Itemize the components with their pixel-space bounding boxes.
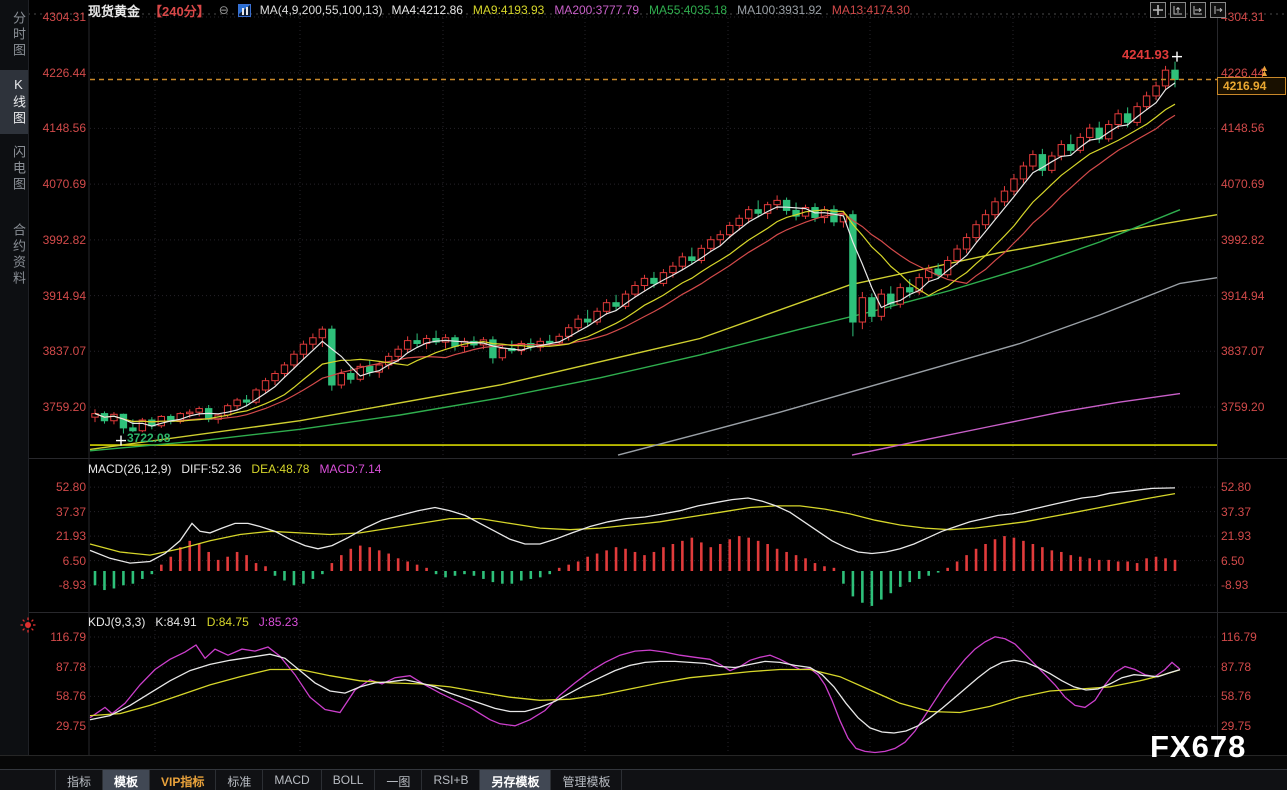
legend-item: MA4:4212.86 [392,3,463,17]
price-up-arrow-icon: ▲▲ [1260,66,1269,76]
y-axis-label: 87.78 [1221,660,1251,674]
y-axis-label: 116.79 [1221,630,1257,644]
tab-template[interactable]: 模板 [103,770,150,790]
tab-boll[interactable]: BOLL [322,770,376,790]
legend-item: MA9:4193.93 [473,3,544,17]
legend-item: MA55:4035.18 [649,3,727,17]
x-axis-row: 240分 ▲ [0,755,1287,769]
legend-item: MACD:7.14 [319,462,381,476]
tab-standard[interactable]: 标准 [216,770,263,790]
y-axis-label: 58.76 [1221,689,1251,703]
y-axis-label: 3759.20 [36,400,86,414]
legend-item: MA200:3777.79 [554,3,639,17]
zoom-x-axis-icon[interactable] [1190,2,1206,18]
trading-app-window: 分时图 K线图闪电图合约资料 现货黄金 【240分】 ⊖ MA(4,9,200,5… [0,0,1287,790]
y-axis-label: 21.93 [1221,529,1251,543]
y-axis-label: -8.93 [1221,578,1248,592]
tab-one-chart[interactable]: 一图 [375,770,422,790]
y-axis-label: -8.93 [36,578,86,592]
zoom-y-axis-icon[interactable] [1170,2,1186,18]
low-price-label: 3722.08 [127,431,170,445]
candles-layer [92,62,1178,434]
macd-layer [90,488,1175,606]
sidebar-item-lightning-chart[interactable]: 闪电图 [0,138,28,200]
tab-manage-template[interactable]: 管理模板 [551,770,622,790]
indicator-alert-icon[interactable] [19,616,37,634]
legend-item: KDJ(9,3,3) [88,615,145,629]
chart-canvas[interactable] [0,0,1287,790]
y-axis-label: 29.75 [36,719,86,733]
legend-item: MACD(26,12,9) [88,462,171,476]
chart-header: 现货黄金 【240分】 ⊖ MA(4,9,200,55,100,13) MA4:… [88,2,910,18]
y-axis-label: 3992.82 [1221,233,1264,247]
sidebar-item-time-chart[interactable]: 分时图 [0,4,28,66]
kdj-legend: KDJ(9,3,3) K:84.91 D:84.75 J:85.23 [88,615,298,629]
ma-params: MA(4,9,200,55,100,13) [260,3,383,17]
legend-item: MA100:3931.92 [737,3,822,17]
y-axis-label: 58.76 [36,689,86,703]
y-axis-label: 4148.56 [36,121,86,135]
legend-item: DEA:48.78 [251,462,309,476]
symbol-title: 现货黄金 [88,1,140,20]
tab-indicator[interactable]: 指标 [55,770,103,790]
y-axis-label: 52.80 [36,480,86,494]
pan-right-icon[interactable] [1210,2,1226,18]
ma-legend: MA4:4212.86 MA9:4193.93 MA200:3777.79 MA55:… [392,3,910,17]
y-axis-label: 3837.07 [36,344,86,358]
y-axis-label: 3759.20 [1221,400,1264,414]
y-axis-label: 4070.69 [1221,177,1264,191]
y-axis-label: 6.50 [36,554,86,568]
y-axis-label: 6.50 [1221,554,1244,568]
collapse-icon[interactable]: ⊖ [219,3,229,17]
y-axis-label: 87.78 [36,660,86,674]
gridlines [28,14,1287,755]
macd-legend: MACD(26,12,9) DIFF:52.36 DEA:48.78 MACD:7.1… [88,462,381,476]
sidebar-item-contract-info[interactable]: 合约资料 [0,216,28,294]
tab-save-template[interactable]: 另存模板 [480,770,551,790]
tab-rsi-b[interactable]: RSI+B [422,770,480,790]
high-price-label: 4241.93 [1122,47,1169,62]
y-axis-label: 4304.31 [1221,10,1264,24]
legend-item: J:85.23 [259,615,298,629]
current-price-box: 4216.94 [1217,77,1286,95]
timeframe-label: 【240分】 [149,1,210,20]
y-axis-label: 3914.94 [1221,289,1264,303]
y-axis-label: 21.93 [36,529,86,543]
tab-macd[interactable]: MACD [263,770,321,790]
legend-item: MA13:4174.30 [832,3,910,17]
y-axis-label: 4226.44 [36,66,86,80]
y-axis-label: 37.37 [1221,505,1251,519]
watermark-logo: FX678 [1150,729,1246,765]
y-axis-label: 3992.82 [36,233,86,247]
chart-type-icon[interactable] [238,4,251,17]
y-axis-label: 4304.31 [36,10,86,24]
tab-vip-indicator[interactable]: VIP指标 [150,770,216,790]
y-axis-label: 3837.07 [1221,344,1264,358]
bottom-tab-bar: 指标模板VIP指标标准MACDBOLL一图RSI+B另存模板管理模板 [0,769,1287,790]
left-sidebar: 分时图 K线图闪电图合约资料 [0,0,29,755]
y-axis-label: 4148.56 [1221,121,1264,135]
kdj-layer [90,637,1180,753]
legend-item: K:84.91 [155,615,196,629]
y-axis-label: 116.79 [36,630,86,644]
crosshair-tool-icon[interactable] [1150,2,1166,18]
legend-item: D:84.75 [207,615,249,629]
overlay-lines [90,210,1217,455]
chart-toolbar [1150,2,1226,18]
legend-item: DIFF:52.36 [181,462,241,476]
y-axis-label: 52.80 [1221,480,1251,494]
y-axis-label: 3914.94 [36,289,86,303]
sidebar-item-kline-chart[interactable]: K线图 [0,70,28,134]
y-axis-label: 37.37 [36,505,86,519]
y-axis-label: 4070.69 [36,177,86,191]
